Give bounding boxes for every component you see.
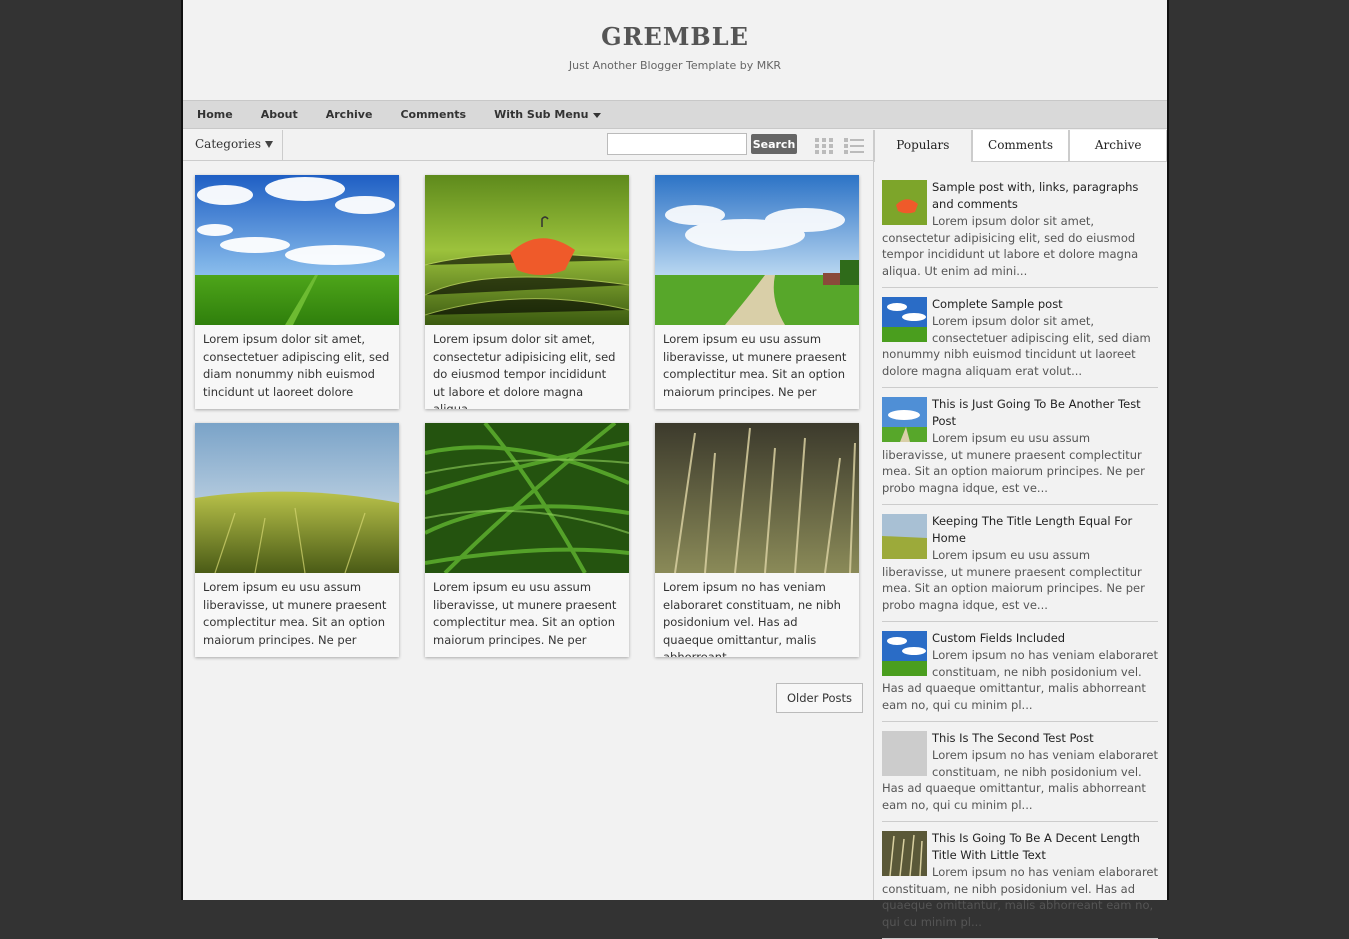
caret-down-icon xyxy=(593,112,602,118)
main-content: Categories Search Lorem ipsum dolor sit … xyxy=(183,130,873,713)
search-input[interactable] xyxy=(607,133,747,155)
popular-post-thumbnail[interactable] xyxy=(882,297,927,342)
popular-post-thumbnail[interactable] xyxy=(882,731,927,776)
list-view-icon[interactable] xyxy=(843,135,865,157)
popular-post-item[interactable]: This Is Going To Be A Decent Length Titl… xyxy=(882,830,1158,939)
post-snippet: Lorem ipsum no has veniam elaboraret con… xyxy=(663,580,841,657)
sidebar: Populars Comments Archive Sample post wi… xyxy=(873,130,1168,939)
tab-comments[interactable]: Comments xyxy=(971,130,1070,162)
post-card[interactable]: Lorem ipsum dolor sit amet, consectetuer… xyxy=(195,175,399,409)
post-card[interactable]: Lorem ipsum dolor sit amet, consectetur … xyxy=(425,175,629,409)
page-container: GREMBLE Just Another Blogger Template by… xyxy=(181,0,1169,939)
popular-post-item[interactable]: Keeping The Title Length Equal For Home … xyxy=(882,513,1158,622)
nav-item-sub-menu-label: With Sub Menu xyxy=(494,108,589,121)
post-card[interactable]: Lorem ipsum eu usu assum liberavisse, ut… xyxy=(425,423,629,657)
older-posts-button[interactable]: Older Posts xyxy=(776,683,863,713)
toolbar: Categories Search xyxy=(183,130,873,161)
popular-post-thumbnail[interactable] xyxy=(882,180,927,225)
main-nav: Home About Archive Comments With Sub Men… xyxy=(183,100,1167,129)
popular-post-item[interactable]: This is Just Going To Be Another Test Po… xyxy=(882,396,1158,505)
categories-dropdown[interactable]: Categories xyxy=(183,130,283,160)
nav-item-comments[interactable]: Comments xyxy=(400,108,466,121)
triangle-down-icon xyxy=(265,141,273,148)
post-thumbnail[interactable] xyxy=(195,423,399,573)
popular-post-item[interactable]: Sample post with, links, paragraphs and … xyxy=(882,179,1158,288)
popular-post-item[interactable]: Custom Fields Included Lorem ipsum no ha… xyxy=(882,630,1158,722)
post-thumbnail[interactable] xyxy=(425,175,629,325)
post-snippet: Lorem ipsum eu usu assum liberavisse, ut… xyxy=(203,580,387,647)
tab-populars[interactable]: Populars xyxy=(874,130,972,162)
popular-post-thumbnail[interactable] xyxy=(882,514,927,559)
nav-item-home[interactable]: Home xyxy=(197,108,233,121)
sidebar-tabs: Populars Comments Archive xyxy=(874,130,1168,162)
search-button[interactable]: Search xyxy=(751,134,797,154)
post-card[interactable]: Lorem ipsum no has veniam elaboraret con… xyxy=(655,423,859,657)
post-thumbnail[interactable] xyxy=(425,423,629,573)
popular-post-thumbnail[interactable] xyxy=(882,397,927,442)
tab-archive[interactable]: Archive xyxy=(1069,130,1168,162)
site-title[interactable]: GREMBLE xyxy=(183,0,1167,51)
nav-item-archive[interactable]: Archive xyxy=(326,108,373,121)
post-snippet: Lorem ipsum eu usu assum liberavisse, ut… xyxy=(663,332,847,399)
post-snippet: Lorem ipsum dolor sit amet, consectetur … xyxy=(433,332,616,409)
categories-label: Categories xyxy=(195,137,261,151)
popular-post-item[interactable]: Complete Sample post Lorem ipsum dolor s… xyxy=(882,296,1158,388)
popular-post-item[interactable]: This Is The Second Test Post Lorem ipsum… xyxy=(882,730,1158,822)
post-thumbnail[interactable] xyxy=(655,175,859,325)
popular-posts-list: Sample post with, links, paragraphs and … xyxy=(874,162,1167,939)
nav-item-about[interactable]: About xyxy=(261,108,298,121)
post-thumbnail[interactable] xyxy=(195,175,399,325)
post-snippet: Lorem ipsum eu usu assum liberavisse, ut… xyxy=(433,580,617,647)
popular-post-thumbnail[interactable] xyxy=(882,831,927,876)
site-description: Just Another Blogger Template by MKR xyxy=(568,59,782,72)
site-header: GREMBLE Just Another Blogger Template by… xyxy=(183,0,1167,100)
post-card[interactable]: Lorem ipsum eu usu assum liberavisse, ut… xyxy=(655,175,859,409)
nav-item-sub-menu[interactable]: With Sub Menu xyxy=(494,108,602,121)
post-snippet: Lorem ipsum dolor sit amet, consectetuer… xyxy=(203,332,390,399)
post-card[interactable]: Lorem ipsum eu usu assum liberavisse, ut… xyxy=(195,423,399,657)
grid-view-icon[interactable] xyxy=(813,135,835,157)
popular-post-thumbnail[interactable] xyxy=(882,631,927,676)
post-thumbnail[interactable] xyxy=(655,423,859,573)
